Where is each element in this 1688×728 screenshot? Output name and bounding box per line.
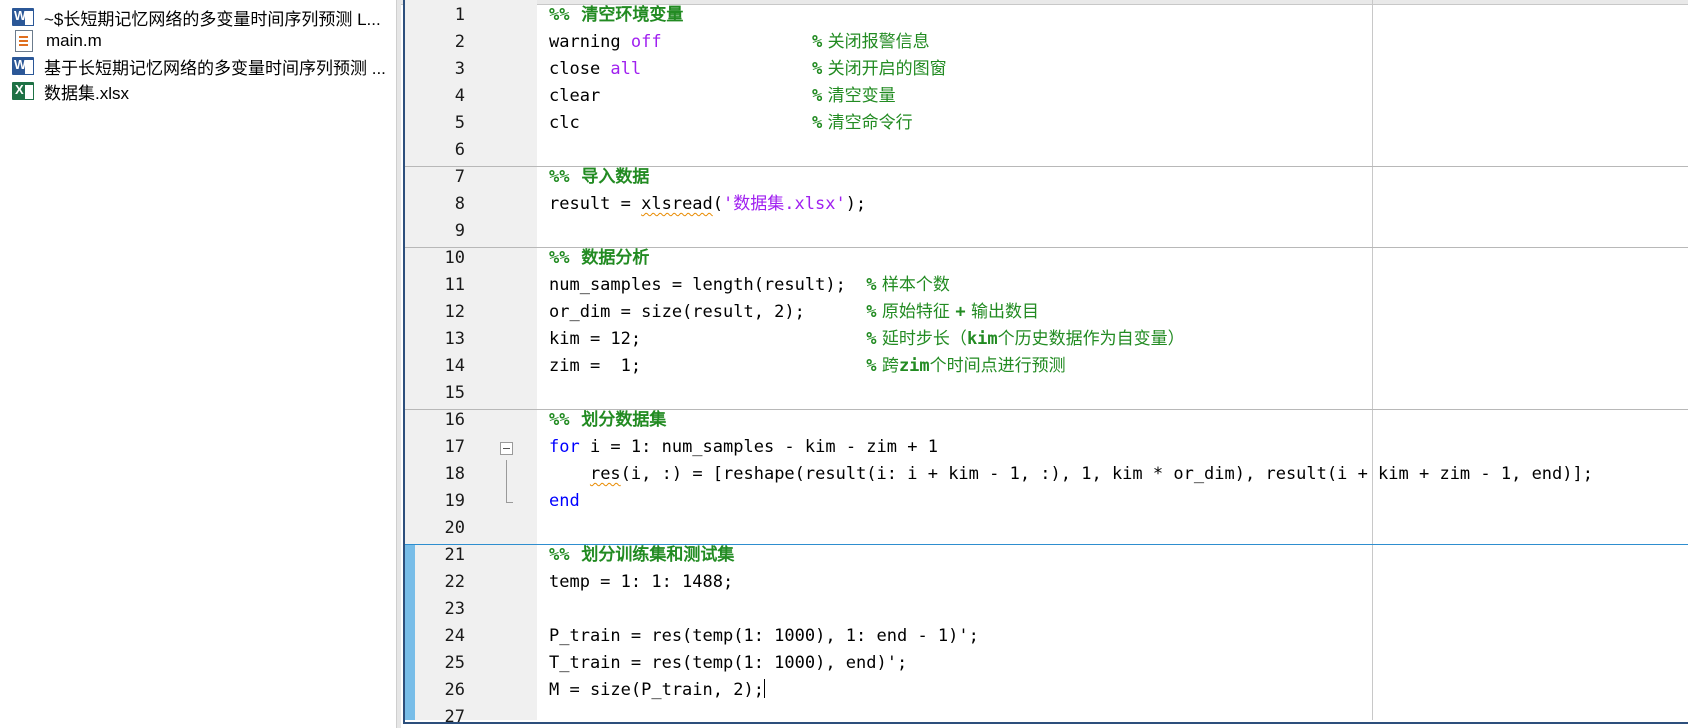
code-line[interactable]: 23 [405, 596, 1688, 623]
line-number: 7 [454, 167, 465, 187]
file-name: main.m [46, 31, 102, 50]
current-folder-panel: ~$长短期记忆网络的多变量时间序列预测 L... main.m 基于长短期记忆网… [0, 0, 396, 728]
code-line[interactable]: 5 clc % 清空命令行 [405, 110, 1688, 137]
line-number: 16 [444, 410, 465, 430]
code-line[interactable]: 21 %% 划分训练集和测试集 [405, 542, 1688, 569]
code-line[interactable]: 3 close all % 关闭开启的图窗 [405, 56, 1688, 83]
section-title: 划分数据集 [569, 410, 667, 430]
code-line[interactable]: 20 [405, 515, 1688, 542]
section-title: 划分训练集和测试集 [569, 545, 735, 565]
code-line[interactable]: 10 %% 数据分析 [405, 245, 1688, 272]
line-number: 9 [454, 221, 465, 241]
code-line[interactable]: 1 %% 清空环境变量 [405, 2, 1688, 29]
fold-guide-end [506, 502, 513, 503]
section-title: 清空环境变量 [569, 5, 684, 25]
line-number: 22 [444, 572, 465, 592]
code-line[interactable]: 25 T_train = res(temp(1: 1000), end)'; [405, 650, 1688, 677]
line-number: 24 [444, 626, 465, 646]
comment: 关闭开启的图窗 [822, 59, 947, 79]
line-number: 8 [454, 194, 465, 214]
comment: 清空变量 [822, 86, 896, 106]
code-line[interactable]: 18 res(i, :) = [reshape(result(i: i + ki… [405, 461, 1688, 488]
line-number: 12 [444, 302, 465, 322]
line-number: 2 [454, 32, 465, 52]
matlab-file-icon [15, 30, 33, 52]
line-number: 19 [444, 491, 465, 511]
code-line[interactable]: 24 P_train = res(temp(1: 1000), 1: end -… [405, 623, 1688, 650]
line-number: 14 [444, 356, 465, 376]
code-line[interactable]: 22 temp = 1: 1: 1488; [405, 569, 1688, 596]
word-doc-icon [12, 57, 34, 75]
line-number: 6 [454, 140, 465, 160]
code-line[interactable]: 12 or_dim = size(result, 2); % 原始特征 + 输出… [405, 299, 1688, 326]
line-number: 17 [444, 437, 465, 457]
line-number: 13 [444, 329, 465, 349]
line-number: 25 [444, 653, 465, 673]
line-number: 20 [444, 518, 465, 538]
code-line[interactable]: 7 %% 导入数据 [405, 164, 1688, 191]
line-number: 26 [444, 680, 465, 700]
code-line[interactable]: 27 [405, 704, 1688, 728]
line-number: 21 [444, 545, 465, 565]
line-number: 5 [454, 113, 465, 133]
line-number: 23 [444, 599, 465, 619]
line-number: 1 [454, 5, 465, 25]
code-line[interactable]: 2 warning off % 关闭报警信息 [405, 29, 1688, 56]
line-number: 15 [444, 383, 465, 403]
fold-guide [506, 460, 507, 503]
comment: 关闭报警信息 [822, 32, 930, 52]
comment: 样本个数 [876, 275, 950, 295]
collapse-icon[interactable] [500, 442, 513, 455]
code-line[interactable]: 13 kim = 12; % 延时步长（kim个历史数据作为自变量） [405, 326, 1688, 353]
file-item[interactable]: 基于长短期记忆网络的多变量时间序列预测 ... [12, 54, 386, 78]
line-number: 10 [444, 248, 465, 268]
file-item[interactable]: ~$长短期记忆网络的多变量时间序列预测 L... [12, 5, 381, 29]
code-line[interactable]: 6 [405, 137, 1688, 164]
file-name: 基于长短期记忆网络的多变量时间序列预测 ... [44, 58, 386, 78]
code-line[interactable]: 17 for i = 1: num_samples - kim - zim + … [405, 434, 1688, 461]
line-number: 3 [454, 59, 465, 79]
code-line[interactable]: 16 %% 划分数据集 [405, 407, 1688, 434]
file-item[interactable]: main.m [12, 29, 102, 53]
code-line[interactable]: 11 num_samples = length(result); % 样本个数 [405, 272, 1688, 299]
code-line[interactable]: 26 M = size(P_train, 2); [405, 677, 1688, 704]
line-number: 4 [454, 86, 465, 106]
line-number: 27 [444, 707, 465, 727]
comment: 清空命令行 [822, 113, 913, 133]
section-title: 导入数据 [569, 167, 650, 187]
code-line[interactable]: 15 [405, 380, 1688, 407]
line-number: 11 [444, 275, 465, 295]
code-line[interactable]: 4 clear % 清空变量 [405, 83, 1688, 110]
code-line[interactable]: 9 [405, 218, 1688, 245]
code-editor[interactable]: 1 %% 清空环境变量 2 warning off % 关闭报警信息 3 clo… [401, 0, 1688, 728]
file-name: ~$长短期记忆网络的多变量时间序列预测 L... [44, 9, 381, 29]
line-number: 18 [444, 464, 465, 484]
code-line[interactable]: 19 end [405, 488, 1688, 515]
text-caret [763, 679, 765, 698]
word-doc-icon [12, 8, 34, 26]
excel-file-icon [12, 82, 34, 100]
file-item[interactable]: 数据集.xlsx [12, 79, 129, 103]
file-name: 数据集.xlsx [44, 83, 129, 103]
code-line[interactable]: 8 result = xlsread('数据集.xlsx'); [405, 191, 1688, 218]
code-line[interactable]: 14 zim = 1; % 跨zim个时间点进行预测 [405, 353, 1688, 380]
section-title: 数据分析 [569, 248, 650, 268]
